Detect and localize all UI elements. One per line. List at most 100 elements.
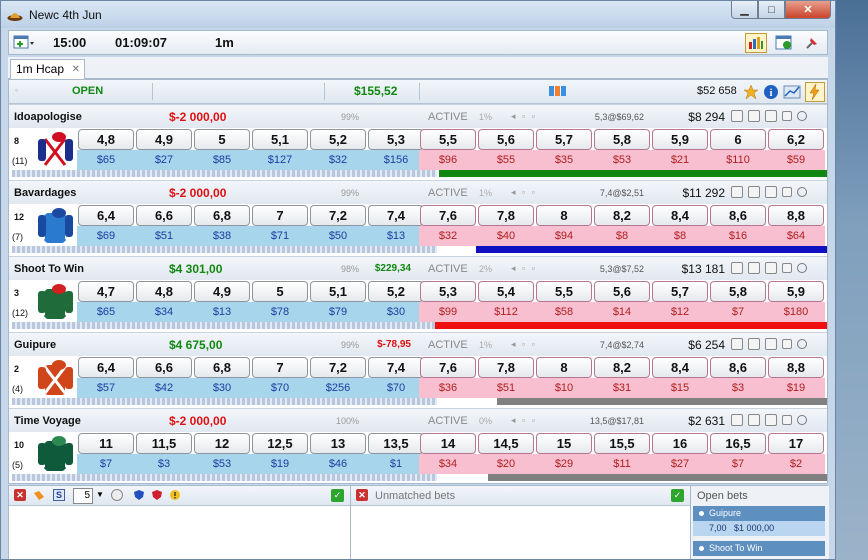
lay-cell[interactable]: 5,3 $99 <box>419 280 477 324</box>
lay-odds-button[interactable]: 5,8 <box>594 129 650 150</box>
runner-book-icon[interactable] <box>765 186 777 198</box>
lay-amount[interactable]: $94 <box>535 226 593 246</box>
runner-chart-icon[interactable] <box>731 338 743 350</box>
lay-amount[interactable]: $51 <box>477 378 535 398</box>
back-amount[interactable]: $34 <box>135 302 193 322</box>
lay-odds-button[interactable]: 8 <box>536 357 592 378</box>
back-cell[interactable]: 11,5 $3 <box>135 432 193 476</box>
lay-cell[interactable]: 8,2 $31 <box>593 356 651 400</box>
runner-name[interactable]: Shoot To Win <box>14 263 84 275</box>
lay-cell[interactable]: 5,6 $14 <box>593 280 651 324</box>
lay-cell[interactable]: 7,8 $40 <box>477 204 535 248</box>
back-cell[interactable]: 7,4 $70 <box>367 356 425 400</box>
back-odds-button[interactable]: 11 <box>78 433 134 454</box>
back-odds-button[interactable]: 6,4 <box>78 205 134 226</box>
runner-close-icon[interactable] <box>797 263 807 273</box>
lay-cell[interactable]: 5,7 $12 <box>651 280 709 324</box>
chart-icon[interactable] <box>745 33 767 53</box>
lay-amount[interactable]: $32 <box>419 226 477 246</box>
lay-amount[interactable]: $110 <box>709 150 767 170</box>
back-odds-button[interactable]: 13,5 <box>368 433 424 454</box>
back-amount[interactable]: $46 <box>309 454 367 474</box>
runner-close-icon[interactable] <box>797 111 807 121</box>
back-cell[interactable]: 7 $71 <box>251 204 309 248</box>
back-amount[interactable]: $13 <box>193 302 251 322</box>
runner-tools-icon[interactable] <box>748 110 760 122</box>
lay-amount[interactable]: $55 <box>477 150 535 170</box>
lay-cell[interactable]: 6,2 $59 <box>767 128 825 172</box>
lay-odds-button[interactable]: 5,6 <box>594 281 650 302</box>
back-cell[interactable]: 13,5 $1 <box>367 432 425 476</box>
lay-amount[interactable]: $7 <box>709 454 767 474</box>
runner-chart-icon[interactable] <box>731 262 743 274</box>
back-amount[interactable]: $79 <box>309 302 367 322</box>
lay-cell[interactable]: 14 $34 <box>419 432 477 476</box>
lay-odds-button[interactable]: 5,5 <box>536 281 592 302</box>
lay-cell[interactable]: 5,5 $96 <box>419 128 477 172</box>
clear-icon[interactable] <box>111 489 123 501</box>
lay-amount[interactable]: $16 <box>709 226 767 246</box>
lay-odds-button[interactable]: 5,5 <box>420 129 476 150</box>
lay-cell[interactable]: 7,8 $51 <box>477 356 535 400</box>
back-odds-button[interactable]: 7,4 <box>368 205 424 226</box>
minimize-button[interactable]: ▁ <box>731 1 758 19</box>
lay-odds-button[interactable]: 7,6 <box>420 357 476 378</box>
open-bet-card[interactable]: Shoot To Win <box>693 541 825 556</box>
back-cell[interactable]: 4,8 $34 <box>135 280 193 324</box>
lay-amount[interactable]: $19 <box>767 378 825 398</box>
lay-cell[interactable]: 5,9 $21 <box>651 128 709 172</box>
runner-close-icon[interactable] <box>797 339 807 349</box>
back-cell[interactable]: 6,4 $69 <box>77 204 135 248</box>
runner-book-icon[interactable] <box>765 110 777 122</box>
lay-odds-button[interactable]: 5,4 <box>478 281 534 302</box>
back-amount[interactable]: $13 <box>367 226 425 246</box>
maximize-button[interactable]: □ <box>758 1 785 19</box>
confirm-unmatched-icon[interactable]: ✓ <box>671 489 684 502</box>
lay-cell[interactable]: 14,5 $20 <box>477 432 535 476</box>
back-amount[interactable]: $71 <box>251 226 309 246</box>
runner-name[interactable]: Bavardages <box>14 187 76 199</box>
lay-amount[interactable]: $36 <box>419 378 477 398</box>
back-cell[interactable]: 7 $70 <box>251 356 309 400</box>
back-amount[interactable]: $1 <box>367 454 425 474</box>
lay-amount[interactable]: $10 <box>535 378 593 398</box>
lay-odds-button[interactable]: 8,6 <box>710 357 766 378</box>
back-odds-button[interactable]: 5,1 <box>252 129 308 150</box>
lay-cell[interactable]: 8,4 $8 <box>651 204 709 248</box>
lay-odds-button[interactable]: 8,4 <box>652 357 708 378</box>
add-market-icon[interactable] <box>13 34 37 52</box>
new-window-icon[interactable] <box>773 33 795 53</box>
lay-amount[interactable]: $96 <box>419 150 477 170</box>
back-cell[interactable]: 5,2 $32 <box>309 128 367 172</box>
runner-nav-icon[interactable]: ◂ ▫ ▫ <box>511 263 537 274</box>
lay-cell[interactable]: 8,6 $3 <box>709 356 767 400</box>
lay-amount[interactable]: $14 <box>593 302 651 322</box>
back-cell[interactable]: 7,2 $256 <box>309 356 367 400</box>
tab-market[interactable]: 1m Hcap ✕ <box>10 59 86 80</box>
back-odds-button[interactable]: 4,7 <box>78 281 134 302</box>
back-cell[interactable]: 4,8 $65 <box>77 128 135 172</box>
back-amount[interactable]: $19 <box>251 454 309 474</box>
lay-cell[interactable]: 5,9 $180 <box>767 280 825 324</box>
runner-name[interactable]: Guipure <box>14 339 56 351</box>
lightning-icon[interactable] <box>805 82 825 102</box>
lay-odds-button[interactable]: 5,9 <box>652 129 708 150</box>
back-cell[interactable]: 5,1 $79 <box>309 280 367 324</box>
back-amount[interactable]: $50 <box>309 226 367 246</box>
lay-amount[interactable]: $12 <box>651 302 709 322</box>
lay-amount[interactable]: $64 <box>767 226 825 246</box>
back-cell[interactable]: 11 $7 <box>77 432 135 476</box>
runner-dropdown-icon[interactable] <box>782 263 792 273</box>
runner-chart-icon[interactable] <box>731 110 743 122</box>
lay-odds-button[interactable]: 6,2 <box>768 129 824 150</box>
tab-close-icon[interactable]: ✕ <box>72 60 80 79</box>
lay-cell[interactable]: 15 $29 <box>535 432 593 476</box>
lay-odds-button[interactable]: 16 <box>652 433 708 454</box>
lay-amount[interactable]: $40 <box>477 226 535 246</box>
lay-amount[interactable]: $15 <box>651 378 709 398</box>
back-amount[interactable]: $70 <box>367 378 425 398</box>
runner-dropdown-icon[interactable] <box>782 187 792 197</box>
close-button[interactable]: ✕ <box>785 1 831 19</box>
lay-cell[interactable]: 8,2 $8 <box>593 204 651 248</box>
back-cell[interactable]: 4,9 $13 <box>193 280 251 324</box>
